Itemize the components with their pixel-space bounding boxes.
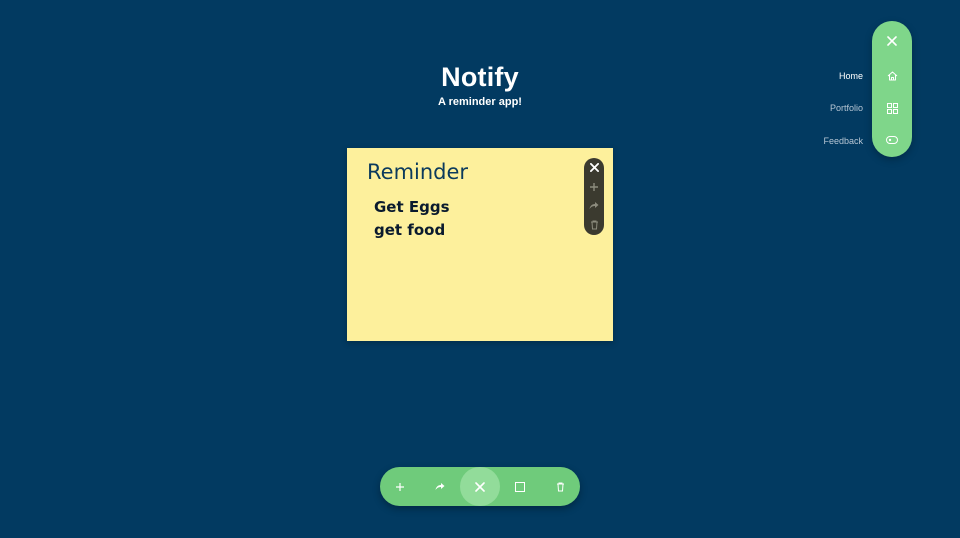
delete-button[interactable] [540,467,580,506]
close-button[interactable] [460,467,500,506]
plus-icon [590,182,598,191]
nav-label-feedback[interactable]: Feedback [823,136,863,146]
note-line[interactable]: Get Eggs [374,196,450,219]
share-icon [435,483,445,490]
close-icon [475,481,485,492]
nav-home-button[interactable] [872,61,912,91]
trash-icon [590,220,598,229]
app-subtitle: A reminder app! [438,96,522,108]
app-header: Notify A reminder app! [0,60,960,108]
nav-label-home[interactable]: Home [839,71,863,81]
note-title[interactable]: Reminder [367,160,468,184]
note-delete-button[interactable] [584,215,604,234]
share-icon [589,202,599,209]
note-line[interactable]: get food [374,219,450,242]
feedback-icon [886,136,898,144]
note-close-button[interactable] [584,158,604,177]
close-icon [589,163,599,172]
note-share-button[interactable] [584,196,604,215]
reminder-note[interactable]: Reminder Get Eggs get food [347,148,613,341]
nav-label-portfolio[interactable]: Portfolio [830,103,863,113]
note-add-button[interactable] [584,177,604,196]
home-icon [887,71,897,81]
add-note-button[interactable] [380,467,420,506]
square-icon [515,481,525,492]
side-nav [872,21,912,157]
square-button[interactable] [500,467,540,506]
share-button[interactable] [420,467,460,506]
close-icon [887,36,897,46]
nav-portfolio-button[interactable] [872,93,912,123]
nav-feedback-button[interactable] [872,125,912,155]
app-title: Notify [441,62,519,92]
nav-close-button[interactable] [872,26,912,56]
plus-icon [396,482,404,491]
trash-icon [556,482,564,491]
note-toolbar [584,158,604,235]
bottom-toolbar [380,467,580,506]
grid-icon [886,102,898,114]
note-body[interactable]: Get Eggs get food [374,196,450,242]
